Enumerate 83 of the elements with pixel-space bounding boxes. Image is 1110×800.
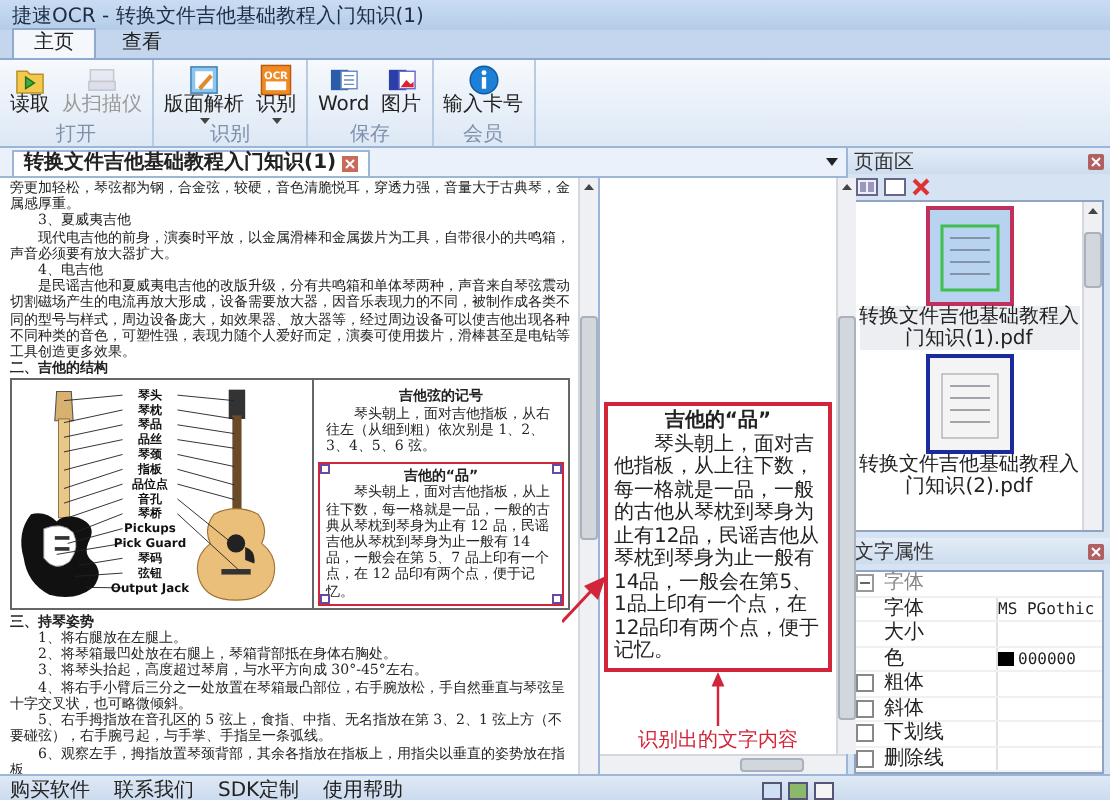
property-label: 色 [884, 647, 906, 670]
scrollbar-thumb[interactable] [1084, 232, 1102, 288]
scroll-up-icon[interactable] [584, 184, 594, 190]
scroll-up-icon[interactable] [842, 184, 852, 190]
collapse-toggle-icon[interactable] [856, 574, 874, 593]
ribbon-button[interactable]: 输入卡号 [439, 64, 528, 124]
scrollbar[interactable] [1082, 202, 1102, 530]
recognized-title: 吉他的“品” [662, 410, 774, 433]
leader-line [177, 439, 235, 449]
checkbox[interactable] [856, 724, 874, 743]
close-icon[interactable] [1088, 543, 1104, 559]
status-link[interactable]: SDK定制 [218, 776, 300, 800]
leader-line [63, 483, 123, 504]
scrollbar-thumb[interactable] [740, 758, 804, 772]
page-view-icon[interactable] [884, 178, 906, 196]
scrollbar[interactable] [578, 178, 598, 774]
ribbon-button[interactable]: 读取 [6, 64, 54, 124]
ribbon-tab[interactable]: 主页 [12, 28, 96, 58]
property-value-cell[interactable]: 000000 [996, 647, 1102, 670]
leader-line [177, 469, 235, 486]
property-label: 字体 [884, 597, 926, 620]
page-thumbnail [925, 354, 1013, 454]
checkbox[interactable] [856, 699, 874, 718]
leader-line [63, 454, 123, 471]
property-label: 删除线 [884, 747, 946, 770]
property-group-label: 字体 [884, 572, 926, 595]
page-thumbnail-item[interactable]: 转换文件吉他基础教程入门知识(1).pdf [859, 206, 1079, 350]
recognized-text: 琴头朝上，面对吉他指板，从上往下数，每一格就是一品，一般的古他从琴枕到琴身为止有12品，民谣吉他从琴枕到琴身为止一般有14品，一般会在第5、1品上印有一个点，在12品印有两个点，便于记忆。 [614, 433, 822, 663]
close-icon[interactable] [342, 156, 359, 172]
ribbon-button[interactable]: 版面解析 [160, 64, 248, 124]
group-label: 保存 [347, 124, 392, 146]
status-link[interactable]: 联系我们 [114, 776, 194, 800]
info-icon [467, 64, 500, 96]
scroll-up-icon[interactable] [1088, 208, 1098, 214]
page-thumbnail-item[interactable]: 转换文件吉他基础教程入门知识(2).pdf [859, 354, 1079, 498]
property-value[interactable]: 000000 [1018, 647, 1076, 670]
scrollbar[interactable] [600, 754, 846, 774]
caret-icon [271, 117, 281, 123]
property-label: 下划线 [884, 722, 946, 745]
delete-icon[interactable] [912, 178, 930, 196]
page-thumbnail [925, 206, 1013, 306]
scrollbar-thumb[interactable] [838, 316, 856, 720]
property-label: 斜体 [884, 697, 926, 720]
word-document-icon [327, 64, 360, 96]
panel-title: 页面区 [854, 149, 914, 175]
tab-list-icon[interactable] [826, 158, 838, 166]
thumbnail-view-icon[interactable] [856, 178, 878, 196]
pointer-arrow [708, 671, 728, 726]
leader-line [63, 469, 123, 490]
property-value[interactable]: MS PGothic [996, 597, 1102, 620]
recognized-text-box[interactable]: 吉他的“品” 琴头朝上，面对吉他指板，从上往下数，每一格就是一品，一般的古他从琴枕到琴身为止有12品，民谣吉他从琴枕到琴身为止一般有14品，一般会在第5、1品上印有一个点，在12品印有两个点，便于记忆。 [604, 402, 832, 671]
scanner-icon [86, 64, 118, 96]
leader-line [67, 498, 123, 519]
leader-line [74, 572, 123, 578]
leader-line [63, 395, 123, 402]
close-icon[interactable] [1088, 153, 1104, 169]
scrollbar-thumb[interactable] [580, 316, 598, 540]
document-pencil-icon [188, 64, 220, 96]
scrollbar[interactable] [836, 178, 856, 754]
property-label: 大小 [884, 622, 926, 645]
leader-line [74, 513, 123, 534]
group-label: 打开 [54, 124, 98, 146]
window-title: 捷速OCR - 转换文件吉他基础教程入门知识(1) [12, 3, 424, 29]
annotation-label: 识别出的文字内容 [638, 727, 798, 754]
checkbox[interactable] [856, 674, 874, 693]
status-link[interactable]: 购买软件 [10, 776, 90, 800]
checkbox[interactable] [856, 749, 874, 768]
color-swatch[interactable] [998, 651, 1014, 666]
group-label: 会员 [461, 124, 506, 146]
leader-line [177, 409, 235, 420]
leader-line [177, 424, 235, 435]
document-tab[interactable]: 转换文件吉他基础教程入门知识(1) [12, 150, 371, 176]
leader-line [85, 587, 123, 589]
panel-title: 文字属性 [854, 539, 934, 565]
ribbon-button[interactable]: Word [314, 64, 374, 124]
leader-line [177, 395, 235, 402]
ribbon-button[interactable]: 图片 [377, 64, 426, 124]
ribbon-tab[interactable]: 查看 [100, 28, 184, 58]
status-link[interactable]: 使用帮助 [323, 776, 404, 800]
caret-icon [199, 117, 209, 123]
group-label: 识别 [208, 124, 252, 146]
picture-icon [385, 64, 418, 96]
property-label: 粗体 [884, 672, 926, 695]
